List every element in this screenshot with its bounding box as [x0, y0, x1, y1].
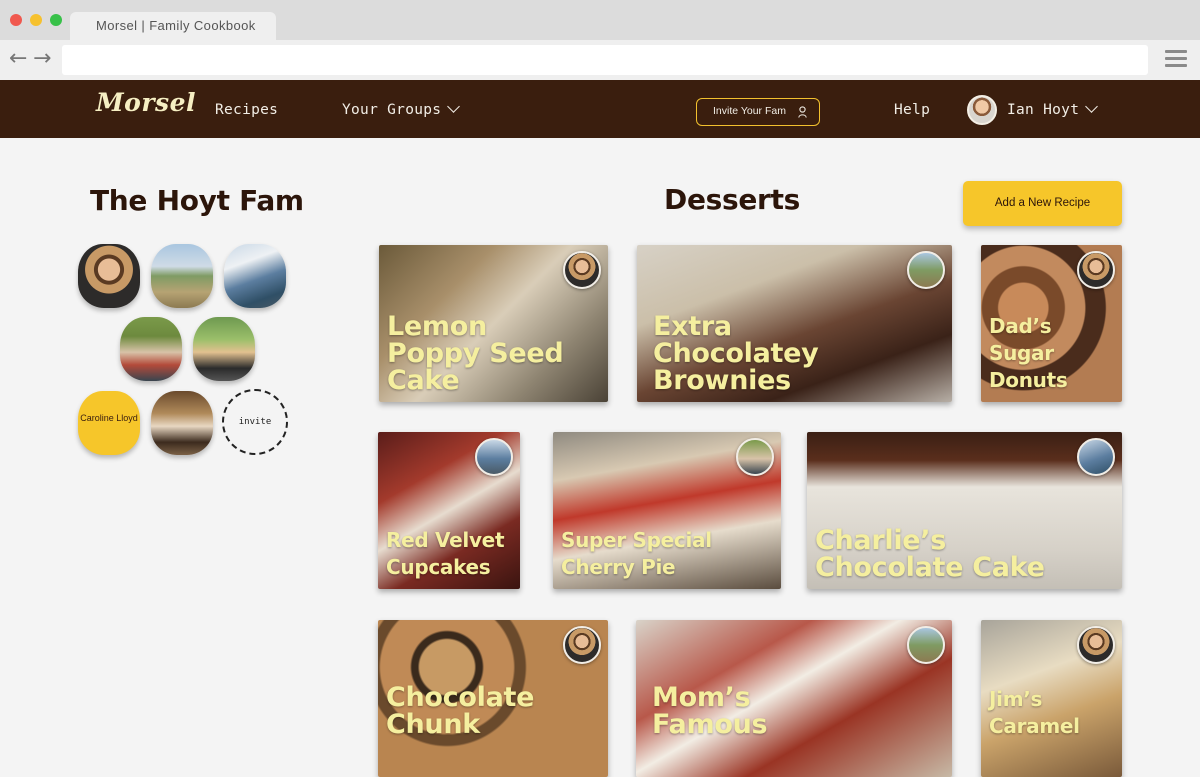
user-avatar[interactable]	[967, 95, 997, 125]
recipe-title: Dad’s Sugar Donuts	[989, 314, 1068, 392]
chevron-down-icon	[447, 100, 461, 113]
top-navigation: Morsel Recipes Your Groups Invite Your F…	[0, 80, 1200, 138]
close-window-icon[interactable]	[10, 14, 22, 26]
add-person-icon	[798, 106, 807, 118]
author-avatar	[563, 251, 601, 289]
recipe-title: Super Special Cherry Pie	[561, 528, 712, 579]
recipe-card[interactable]: Mom’s Famous	[636, 620, 952, 777]
recipe-title: Extra Chocolatey Brownies	[653, 311, 819, 396]
category-title: Desserts	[664, 183, 801, 216]
author-avatar	[563, 626, 601, 664]
family-member-avatar[interactable]	[151, 391, 213, 455]
morsel-logo[interactable]: Morsel	[96, 88, 196, 117]
recipe-card[interactable]: Jim’s Caramel	[981, 620, 1122, 777]
family-member-avatar[interactable]	[224, 244, 286, 308]
family-member-avatar[interactable]	[193, 317, 255, 381]
family-group-title: The Hoyt Fam	[90, 184, 304, 217]
recipe-title: Red Velvet Cupcakes	[386, 528, 505, 579]
recipe-title: Jim’s Caramel	[989, 687, 1080, 738]
nav-help-link[interactable]: Help	[894, 102, 930, 118]
nav-groups-label: Your Groups	[342, 102, 442, 118]
recipe-card[interactable]: Charlie’s Chocolate Cake	[807, 432, 1122, 589]
recipe-card[interactable]: Lemon Poppy Seed Cake	[379, 245, 608, 402]
recipe-card[interactable]: Chocolate Chunk	[378, 620, 608, 777]
recipe-card[interactable]: Super Special Cherry Pie	[553, 432, 781, 589]
family-member-avatar[interactable]	[78, 244, 140, 308]
author-avatar	[736, 438, 774, 476]
author-avatar	[907, 626, 945, 664]
member-name: Caroline Lloyd	[80, 413, 138, 423]
add-recipe-button[interactable]: Add a New Recipe	[963, 181, 1122, 226]
address-bar[interactable]	[62, 45, 1148, 75]
author-avatar	[1077, 626, 1115, 664]
family-member-placeholder[interactable]: Caroline Lloyd	[78, 391, 140, 455]
author-avatar	[1077, 438, 1115, 476]
browser-tab[interactable]: Morsel | Family Cookbook	[70, 12, 276, 40]
family-member-avatar[interactable]	[120, 317, 182, 381]
recipe-title: Chocolate Chunk	[386, 682, 535, 740]
nav-groups-dropdown[interactable]: Your Groups	[342, 100, 461, 118]
nav-recipes-link[interactable]: Recipes	[215, 102, 278, 118]
invite-fam-label: Invite Your Fam	[713, 105, 786, 117]
minimize-window-icon[interactable]	[30, 14, 42, 26]
invite-fam-button[interactable]: Invite Your Fam	[696, 98, 820, 126]
invite-member-button[interactable]: invite	[222, 389, 288, 455]
recipe-card[interactable]: Dad’s Sugar Donuts	[981, 245, 1122, 402]
recipe-title: Mom’s Famous	[652, 682, 768, 740]
browser-menu-icon[interactable]	[1165, 50, 1187, 68]
author-avatar	[475, 438, 513, 476]
chevron-down-icon	[1085, 100, 1099, 113]
user-menu-dropdown[interactable]: Ian Hoyt	[1007, 100, 1099, 118]
recipe-title: Charlie’s Chocolate Cake	[815, 525, 1045, 583]
recipe-title: Lemon Poppy Seed Cake	[387, 311, 564, 396]
author-avatar	[907, 251, 945, 289]
family-member-avatar[interactable]	[151, 244, 213, 308]
recipe-card[interactable]: Red Velvet Cupcakes	[378, 432, 520, 589]
browser-titlebar: Morsel | Family Cookbook	[0, 0, 1200, 40]
maximize-window-icon[interactable]	[50, 14, 62, 26]
recipe-card[interactable]: Extra Chocolatey Brownies	[637, 245, 952, 402]
back-arrow-icon[interactable]: ←	[9, 46, 27, 71]
author-avatar	[1077, 251, 1115, 289]
forward-arrow-icon[interactable]: →	[33, 46, 51, 71]
user-name: Ian Hoyt	[1007, 102, 1080, 118]
